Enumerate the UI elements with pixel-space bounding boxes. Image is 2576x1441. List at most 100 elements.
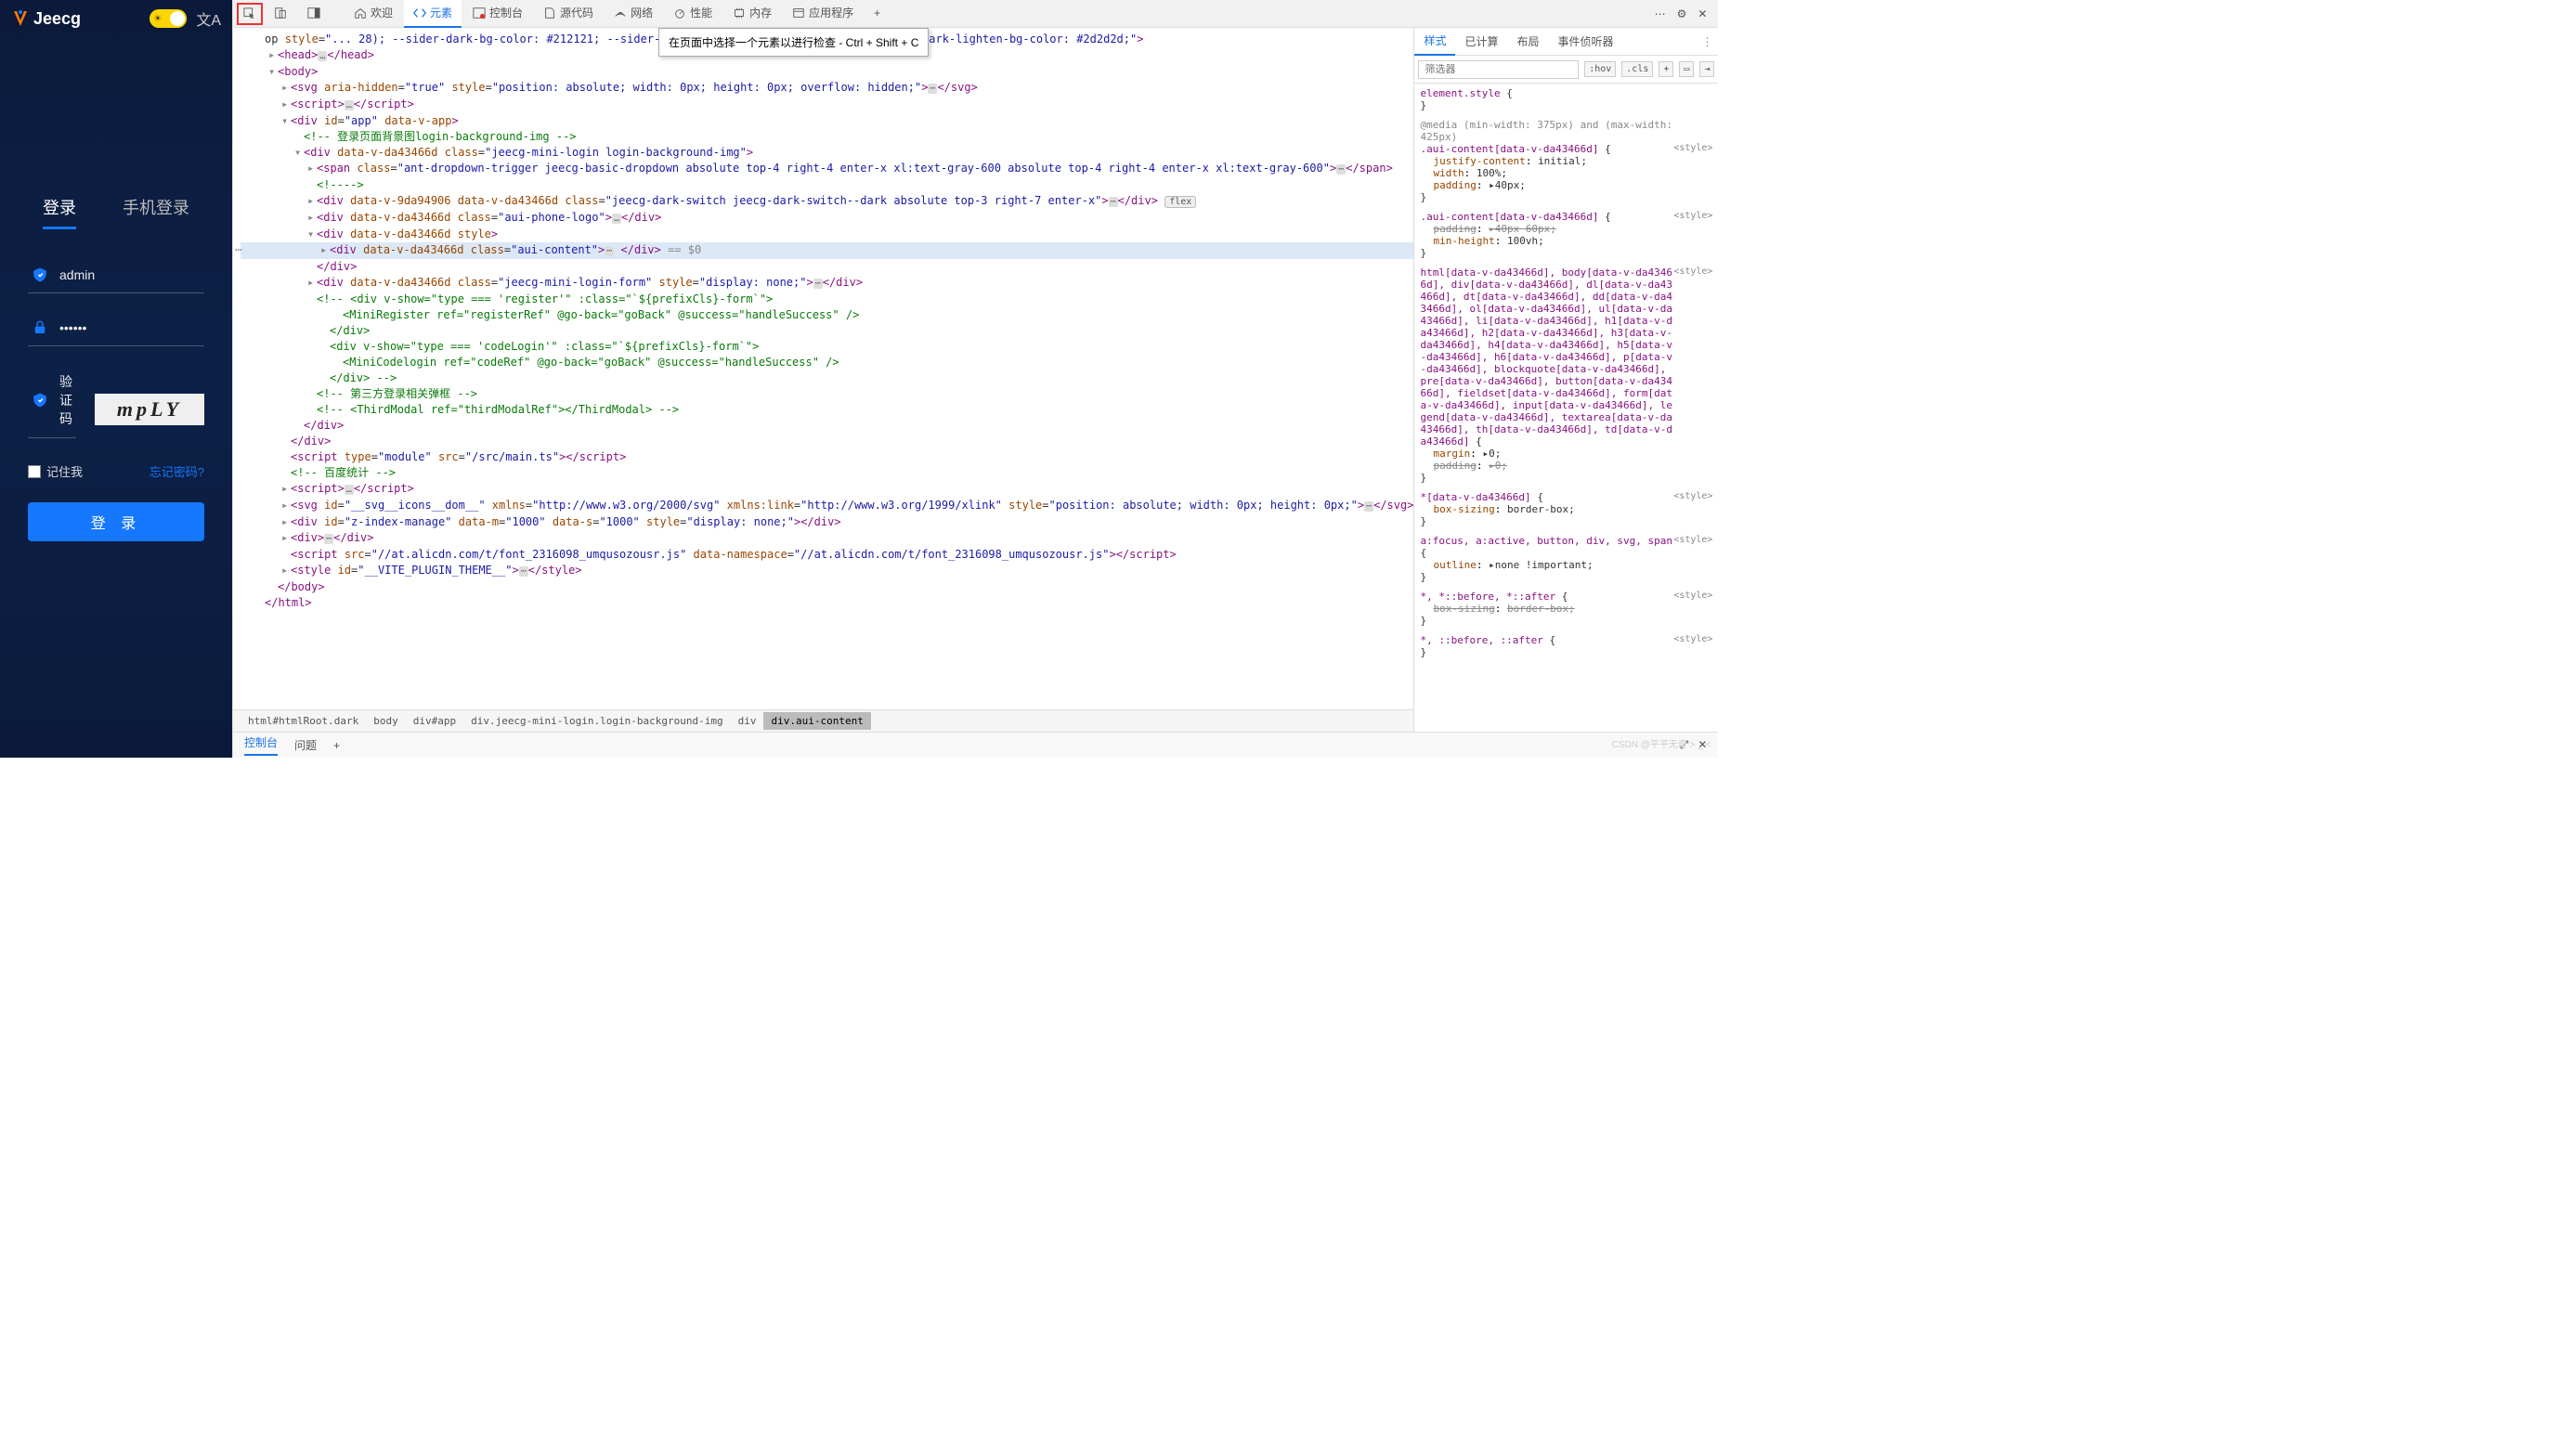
language-icon[interactable]: 文A [196,7,221,30]
dom-node[interactable]: ▸<span class="ant-dropdown-trigger jeecg… [241,161,1413,177]
dom-node[interactable]: ▸<svg aria-hidden="true" style="position… [241,80,1413,97]
password-value: •••••• [59,320,86,335]
dom-tree[interactable]: op style="... 28); --sider-dark-bg-color… [233,28,1413,709]
dom-node[interactable]: ▸<style id="__VITE_PLUGIN_THEME__">⋯</st… [241,563,1413,579]
tab-login[interactable]: 登录 [43,195,76,229]
login-form: 登录 手机登录 admin •••••• 验证码 mpLY 记住我 忘记密码? [28,195,204,541]
dom-node[interactable]: </div> [241,323,1413,339]
breadcrumb-item[interactable]: div.jeecg-mini-login.login-background-im… [463,712,731,730]
tab-performance[interactable]: 性能 [664,0,722,28]
dark-mode-toggle[interactable]: ☀ [150,9,187,28]
remember-me-checkbox[interactable]: 记住我 [28,462,83,480]
tab-phone-login[interactable]: 手机登录 [123,195,189,229]
captcha-field[interactable]: 验证码 [28,363,76,438]
dom-node[interactable]: ▾<div data-v-da43466d class="jeecg-mini-… [241,145,1413,161]
styles-panel: 样式 已计算 布局 事件侦听器 ⋮ :hov .cls + ▭ ⇥ elemen… [1413,28,1718,732]
dom-node[interactable]: <!----> [241,177,1413,193]
dom-node[interactable]: <!-- 登录页面背景图login-background-img --> [241,129,1413,145]
dom-node[interactable]: <!-- <ThirdModal ref="thirdModalRef"></T… [241,402,1413,418]
dom-node[interactable]: ▾<body> [241,64,1413,80]
tab-application[interactable]: 应用程序 [783,0,863,28]
dom-node[interactable]: ▸<svg id="__svg__icons__dom__" xmlns="ht… [241,498,1413,514]
dom-node[interactable]: ▾<div data-v-da43466d style> [241,227,1413,242]
css-rule[interactable]: html[data-v-da43466d], body[data-v-da434… [1420,266,1712,487]
toggle-sidebar-icon[interactable]: ⇥ [1699,61,1714,77]
css-rule[interactable]: element.style {} [1420,87,1712,115]
dom-node[interactable]: </div> [241,418,1413,434]
tab-listeners[interactable]: 事件侦听器 [1549,28,1623,56]
close-icon[interactable]: ✕ [1698,7,1707,20]
dom-node[interactable]: <script src="//at.alicdn.com/t/font_2316… [241,547,1413,563]
dom-node[interactable]: <MiniCodelogin ref="codeRef" @go-back="g… [241,355,1413,370]
css-rule[interactable]: *, ::before, ::after {<style>} [1420,634,1712,662]
styles-rules[interactable]: element.style {} @media (min-width: 375px… [1414,84,1718,732]
dom-node[interactable]: ▾<div id="app" data-v-app> [241,113,1413,129]
device-toolbar-button[interactable] [265,0,296,28]
dom-node[interactable]: </div> [241,434,1413,449]
dom-node[interactable]: </div> --> [241,370,1413,386]
tab-network[interactable]: 网络 [605,0,662,28]
username-value: admin [59,267,95,282]
tab-console[interactable]: 控制台 [463,0,532,28]
more-icon[interactable]: ⋯ [1655,7,1666,20]
dom-node[interactable]: <!-- 百度统计 --> [241,465,1413,481]
dom-node[interactable]: ⋯▸<div data-v-da43466d class="aui-conten… [241,242,1413,259]
more-tabs-button[interactable]: + [865,0,890,28]
new-rule-button[interactable]: + [1659,61,1673,77]
login-button[interactable]: 登 录 [28,502,204,541]
dom-node[interactable]: ▸<div data-v-da43466d class="jeecg-mini-… [241,275,1413,292]
password-field[interactable]: •••••• [28,310,204,346]
dom-node[interactable]: ▸<script>…</script> [241,481,1413,498]
forgot-password-link[interactable]: 忘记密码? [150,462,204,480]
dom-node[interactable]: </body> [241,579,1413,595]
drawer-tab-console[interactable]: 控制台 [244,734,278,756]
styles-filter-input[interactable] [1418,60,1579,79]
dom-node[interactable]: ▸<div id="z-index-manage" data-m="1000" … [241,514,1413,530]
drawer-tab-issues[interactable]: 问题 [294,737,317,753]
css-rule[interactable]: .aui-content[data-v-da43466d] {<style>pa… [1420,211,1712,263]
tab-computed[interactable]: 已计算 [1455,28,1507,56]
app-preview: Jeecg ☀ 文A 登录 手机登录 admin •••••• [0,0,232,758]
breadcrumb-item[interactable]: html#htmlRoot.dark [241,712,366,730]
breadcrumb-item[interactable]: div.aui-content [763,712,870,730]
hov-button[interactable]: :hov [1584,61,1616,77]
dom-node[interactable]: <!-- <div v-show="type === 'register'" :… [241,292,1413,307]
dom-node[interactable]: ▸<script>…</script> [241,97,1413,113]
tab-elements[interactable]: 元素 [404,0,462,28]
drawer-add-button[interactable]: + [333,739,340,752]
dom-node[interactable]: ▸<div>⋯</div> [241,530,1413,547]
dom-node[interactable]: <!-- 第三方登录相关弹框 --> [241,386,1413,402]
logo-icon [11,9,30,28]
breadcrumb-item[interactable]: div#app [406,712,463,730]
tab-layout[interactable]: 布局 [1508,28,1549,56]
breadcrumbs[interactable]: html#htmlRoot.darkbodydiv#appdiv.jeecg-m… [233,709,1413,732]
inspect-element-button[interactable] [237,3,263,25]
dom-node[interactable]: ▸<div data-v-da43466d class="aui-phone-l… [241,210,1413,227]
tab-memory[interactable]: 内存 [723,0,781,28]
lock-icon [32,319,48,336]
dom-node[interactable]: </html> [241,595,1413,611]
dom-node[interactable]: <div v-show="type === 'codeLogin'" :clas… [241,339,1413,355]
tab-sources[interactable]: 源代码 [534,0,603,28]
settings-icon[interactable]: ⚙ [1677,7,1687,20]
css-rule[interactable]: *[data-v-da43466d] {<style>box-sizing: b… [1420,491,1712,531]
breadcrumb-item[interactable]: body [366,712,406,730]
user-icon [32,266,48,283]
tab-welcome[interactable]: 欢迎 [345,0,402,28]
dom-node[interactable]: <MiniRegister ref="registerRef" @go-back… [241,307,1413,323]
dock-button[interactable] [298,0,330,28]
styles-more-icon[interactable]: ⋮ [1701,35,1718,48]
css-rule[interactable]: a:focus, a:active, button, div, svg, spa… [1420,535,1712,587]
breadcrumb-item[interactable]: div [731,712,764,730]
cls-button[interactable]: .cls [1621,61,1653,77]
tab-styles[interactable]: 样式 [1414,28,1455,56]
dom-node[interactable]: </div> [241,259,1413,275]
dom-node[interactable]: <script type="module" src="/src/main.ts"… [241,449,1413,465]
logo: Jeecg [11,9,81,29]
computed-toggle-icon[interactable]: ▭ [1679,61,1694,77]
captcha-image[interactable]: mpLY [95,394,204,425]
username-field[interactable]: admin [28,257,204,293]
css-rule[interactable]: @media (min-width: 375px) and (max-width… [1420,119,1712,207]
css-rule[interactable]: *, *::before, *::after {<style>box-sizin… [1420,591,1712,630]
dom-node[interactable]: ▸<div data-v-9da94906 data-v-da43466d cl… [241,193,1413,210]
